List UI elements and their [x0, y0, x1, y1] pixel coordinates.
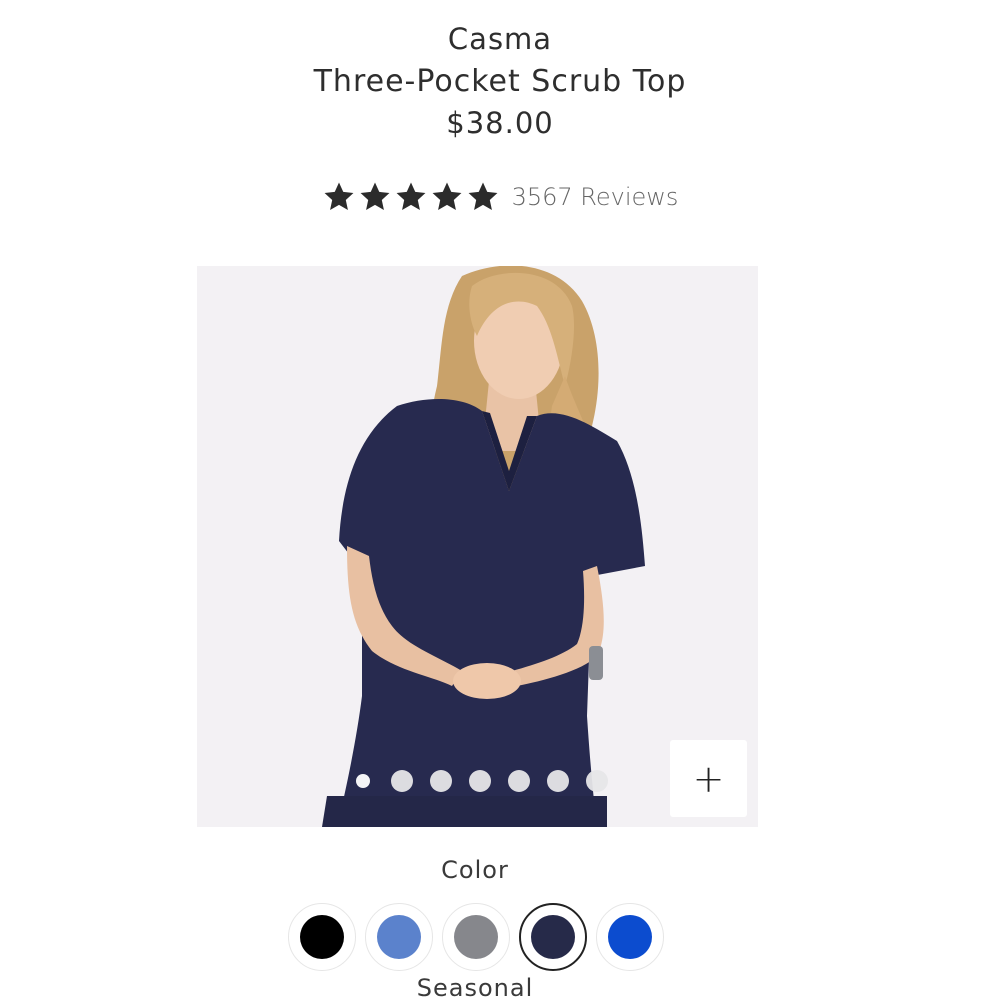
color-swatch[interactable]: [288, 903, 356, 971]
swatch-group-label: Seasonal: [416, 974, 534, 1000]
color-swatch[interactable]: [365, 903, 433, 971]
gallery-dot[interactable]: [586, 770, 608, 792]
gallery-dot[interactable]: [508, 770, 530, 792]
swatch-fill: [531, 915, 575, 959]
brand-name: Casma: [447, 22, 553, 56]
star-icon: [360, 182, 390, 211]
product-title: Three-Pocket Scrub Top: [313, 64, 687, 99]
gallery-dot[interactable]: [356, 774, 370, 788]
star-icon: [324, 182, 354, 211]
swatch-fill: [377, 915, 421, 959]
rating-row[interactable]: 3567 Reviews: [0, 180, 1000, 214]
color-label: Color: [441, 856, 509, 884]
color-swatch[interactable]: [519, 903, 587, 971]
color-swatch[interactable]: [596, 903, 664, 971]
gallery-dot[interactable]: [391, 770, 413, 792]
reviews-count[interactable]: 3567 Reviews: [512, 183, 679, 211]
star-icon: [396, 182, 426, 211]
swatch-fill: [454, 915, 498, 959]
product-image-gallery[interactable]: +: [197, 266, 758, 827]
swatch-fill: [608, 915, 652, 959]
star-icon: [468, 182, 498, 211]
star-icon: [432, 182, 462, 211]
star-rating: [322, 180, 500, 214]
color-swatch[interactable]: [442, 903, 510, 971]
color-swatch-list: [288, 903, 664, 971]
gallery-dot[interactable]: [469, 770, 491, 792]
gallery-pagination[interactable]: [352, 770, 608, 792]
product-price: $38.00: [446, 106, 554, 140]
zoom-button[interactable]: +: [670, 740, 747, 817]
gallery-dot[interactable]: [430, 770, 452, 792]
swatch-fill: [300, 915, 344, 959]
gallery-dot[interactable]: [547, 770, 569, 792]
